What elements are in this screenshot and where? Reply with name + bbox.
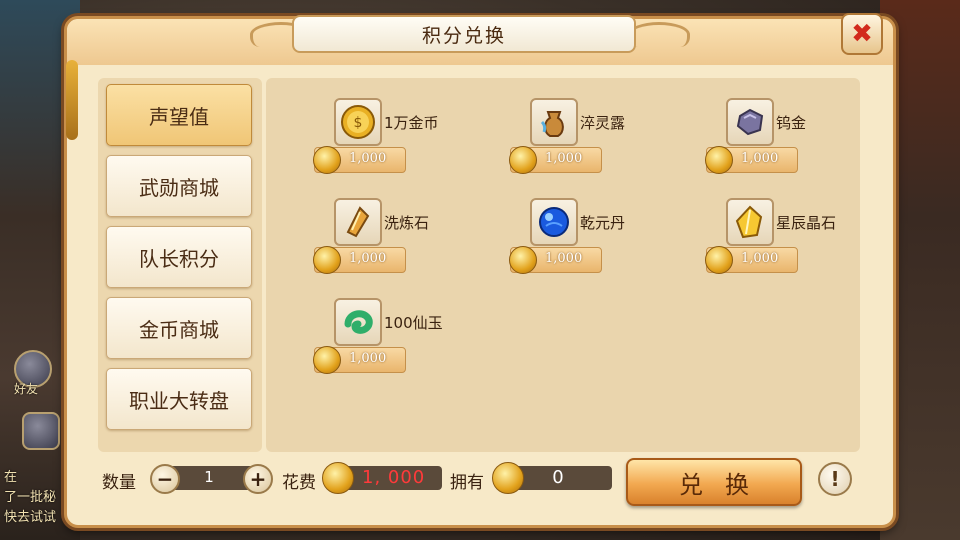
item-name: 乾元丹 [580,214,626,232]
quantity-input[interactable]: 1 [178,468,240,486]
owned-value: 0 [552,467,564,488]
nav-item-reputation[interactable]: 声望值 [106,84,252,146]
title-swirl-right-icon [628,22,690,47]
list-item: 钨金 1,000 [680,84,870,174]
item-name: 钨金 [776,114,807,132]
list-item: 星辰晶石 1,000 [680,184,870,274]
owned-coin-icon [492,462,524,494]
owned-label: 拥有 [450,473,484,493]
chat-bubble-icon[interactable] [22,412,60,450]
coin-icon [313,146,341,174]
cost-value: 1, 000 [362,467,426,488]
item-price: 1,000 [705,246,798,274]
list-item: 淬灵露 1,000 [484,84,674,174]
nav-item-captain-points[interactable]: 队长积分 [106,226,252,288]
cost-coin-icon [322,462,354,494]
cost-label: 花费 [282,473,316,493]
gold-coin-icon[interactable]: $ [334,98,382,146]
chat-line: 在 [4,470,18,485]
category-nav: 声望值 武勋商城 队长积分 金币商城 职业大转盘 [98,78,262,452]
exchange-button[interactable]: 兑换 [626,458,802,506]
quantity-label: 数量 [102,473,136,493]
decrease-quantity-button[interactable]: − [150,464,180,494]
item-price: 1,000 [313,146,406,174]
refining-stone-icon[interactable] [334,198,382,246]
nav-item-merit-shop[interactable]: 武勋商城 [106,155,252,217]
list-item: 洗炼石 1,000 [288,184,478,274]
jade-icon[interactable] [334,298,382,346]
item-name: 星辰晶石 [776,214,837,232]
star-crystal-icon[interactable] [726,198,774,246]
help-icon[interactable]: ! [818,462,852,496]
item-name: 100仙玉 [384,314,443,332]
dialog-title: 积分兑换 [292,15,636,53]
coin-icon [705,246,733,274]
item-name: 洗炼石 [384,214,430,232]
coin-icon [509,146,537,174]
list-item: $ 1万金币 1,000 [288,84,478,174]
tassel-ornament-icon [66,60,78,140]
item-name: 淬灵露 [580,114,626,132]
nav-item-class-wheel[interactable]: 职业大转盘 [106,368,252,430]
item-price: 1,000 [313,246,406,274]
item-price: 1,000 [509,246,602,274]
chat-line: 了一批秘 [4,490,57,505]
coin-icon [313,246,341,274]
nav-item-gold-shop[interactable]: 金币商城 [106,297,252,359]
item-grid: $ 1万金币 1,000 淬灵露 1,000 钨金 1,000 洗炼石 1,00… [266,78,860,452]
coin-icon [509,246,537,274]
chat-line: 快去试试 [4,510,57,525]
blue-pill-icon[interactable] [530,198,578,246]
close-icon: ✖ [851,19,873,49]
item-price: 1,000 [509,146,602,174]
friends-label: 好友 [14,382,39,396]
coin-icon [313,346,341,374]
item-name: 1万金币 [384,114,439,132]
tungsten-ore-icon[interactable] [726,98,774,146]
increase-quantity-button[interactable]: + [243,464,273,494]
potion-pot-icon[interactable] [530,98,578,146]
item-price: 1,000 [705,146,798,174]
close-button[interactable]: ✖ [841,13,883,55]
list-item: 乾元丹 1,000 [484,184,674,274]
coin-icon [705,146,733,174]
svg-text:$: $ [354,115,363,131]
list-item: 100仙玉 1,000 [288,284,478,374]
item-price: 1,000 [313,346,406,374]
